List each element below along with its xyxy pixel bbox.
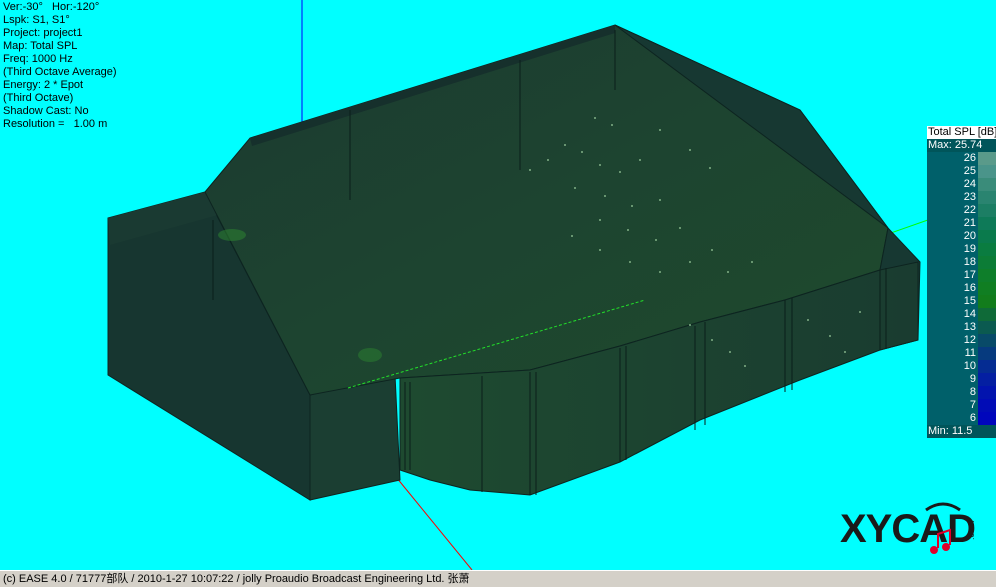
legend-value-label: 23 — [963, 191, 976, 203]
legend-row: 19 — [927, 243, 996, 256]
legend-color-swatch — [978, 152, 996, 165]
svg-text:.com: .com — [966, 520, 976, 540]
legend-value-label: 14 — [963, 308, 976, 320]
info-line: Map: Total SPL — [3, 40, 78, 52]
legend-row: 8 — [927, 386, 996, 399]
legend-max-label: Max: 25.74 — [928, 139, 983, 151]
info-line: (Third Octave Average) — [3, 66, 117, 78]
legend-row: 12 — [927, 334, 996, 347]
xycad-watermark-logo: XYCAD .com — [840, 502, 976, 554]
legend-title: Total SPL [dB] — [927, 126, 996, 139]
legend-row: 11 — [927, 347, 996, 360]
legend-max: Max: 25.74 — [927, 139, 996, 152]
legend-color-swatch — [978, 360, 996, 373]
legend-color-swatch — [978, 217, 996, 230]
info-line: Shadow Cast: No — [3, 105, 89, 117]
info-line: Project: project1 — [3, 27, 83, 39]
legend-color-swatch — [978, 178, 996, 191]
legend-color-swatch — [978, 386, 996, 399]
legend-row: 10 — [927, 360, 996, 373]
legend-value-label: 11 — [964, 347, 976, 359]
legend-value-label: 7 — [969, 399, 976, 411]
legend-value-label: 13 — [963, 321, 976, 333]
legend-min-label: Min: 11.5 — [928, 425, 973, 437]
legend-color-swatch — [978, 308, 996, 321]
legend-row: 17 — [927, 269, 996, 282]
info-line: Resolution = 1.00 m — [3, 118, 108, 130]
status-bar: (c) EASE 4.0 / 71777部队 / 2010-1-27 10:07… — [0, 570, 996, 587]
legend-color-swatch — [978, 256, 996, 269]
legend-color-swatch — [978, 204, 996, 217]
legend-color-swatch — [978, 191, 996, 204]
legend-value-label: 22 — [963, 204, 976, 216]
legend-row: 7 — [927, 399, 996, 412]
svg-text:XYCAD: XYCAD — [840, 507, 975, 551]
legend-color-swatch — [978, 399, 996, 412]
info-line: (Third Octave) — [3, 92, 74, 104]
spl-hotspot — [218, 229, 246, 241]
legend-value-label: 26 — [963, 152, 976, 164]
info-line: Lspk: S1, S1° — [3, 14, 70, 26]
legend-value-label: 19 — [963, 243, 976, 255]
legend-color-swatch — [978, 295, 996, 308]
info-line: Energy: 2 * Epot — [3, 79, 84, 91]
legend-row: 22 — [927, 204, 996, 217]
legend-color-swatch — [978, 282, 996, 295]
legend-value-label: 15 — [963, 295, 976, 307]
legend-value-label: 20 — [963, 230, 976, 242]
stage-box-front — [309, 374, 401, 501]
3d-viewport[interactable]: Ver:-30° Hor:-120° Lspk: S1, S1° Project: … — [0, 0, 996, 570]
legend-value-label: 12 — [963, 334, 976, 346]
legend-value-label: 16 — [963, 282, 976, 294]
legend-row: 14 — [927, 308, 996, 321]
info-line: Freq: 1000 Hz — [3, 53, 73, 65]
spl-color-legend: Total SPL [dB] Max: 25.74 26 25 24 23 22 21 20… — [927, 126, 996, 438]
legend-color-swatch — [978, 230, 996, 243]
legend-row: 26 — [927, 152, 996, 165]
legend-value-label: 24 — [963, 178, 976, 190]
info-line: Ver:-30° Hor:-120° — [3, 1, 100, 13]
legend-value-label: 6 — [969, 412, 976, 424]
legend-color-swatch — [978, 347, 996, 360]
legend-row: 9 — [927, 373, 996, 386]
legend-color-swatch — [978, 269, 996, 282]
legend-row: 13 — [927, 321, 996, 334]
legend-color-swatch — [978, 165, 996, 178]
legend-row: 25 — [927, 165, 996, 178]
legend-row: 23 — [927, 191, 996, 204]
view-info-panel: Ver:-30° Hor:-120° Lspk: S1, S1° Project: … — [3, 1, 117, 131]
legend-row: 6 — [927, 412, 996, 425]
legend-value-label: 18 — [963, 256, 976, 268]
legend-color-swatch — [978, 373, 996, 386]
legend-row: 21 — [927, 217, 996, 230]
spl-hotspot — [358, 348, 382, 362]
legend-min: Min: 11.5 — [927, 425, 996, 438]
legend-value-label: 25 — [963, 165, 976, 177]
legend-row: 18 — [927, 256, 996, 269]
legend-color-swatch — [978, 243, 996, 256]
legend-color-swatch — [978, 412, 996, 425]
legend-value-label: 10 — [963, 360, 976, 372]
legend-row: 20 — [927, 230, 996, 243]
legend-value-label: 9 — [969, 373, 976, 385]
legend-row: 15 — [927, 295, 996, 308]
legend-row: 16 — [927, 282, 996, 295]
room-model-render[interactable] — [0, 0, 996, 570]
legend-value-label: 17 — [963, 269, 976, 281]
legend-row: 24 — [927, 178, 996, 191]
legend-color-swatch — [978, 334, 996, 347]
legend-value-label: 8 — [969, 386, 976, 398]
legend-value-label: 21 — [963, 217, 976, 229]
legend-color-swatch — [978, 321, 996, 334]
